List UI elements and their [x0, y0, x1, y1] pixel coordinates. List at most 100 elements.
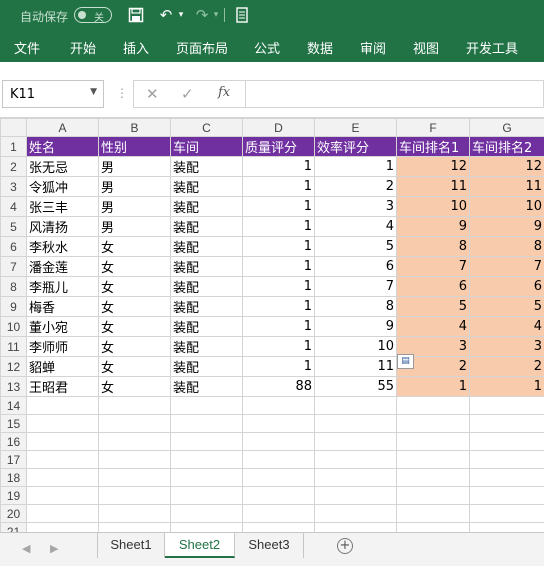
cell[interactable]: 12 — [469, 156, 544, 177]
cell[interactable]: 女 — [98, 296, 171, 317]
scroll-left-icon[interactable]: ◀ — [22, 542, 30, 555]
tab-page-layout[interactable]: 页面布局 — [176, 38, 228, 57]
save-icon[interactable] — [126, 4, 146, 26]
row-header[interactable]: 17 — [0, 450, 27, 469]
row-header[interactable]: 15 — [0, 414, 27, 433]
cell[interactable]: 董小宛 — [26, 316, 99, 337]
row-header[interactable]: 19 — [0, 486, 27, 505]
cell[interactable]: 8 — [396, 236, 470, 257]
cell[interactable]: 装配 — [170, 296, 243, 317]
row-header[interactable]: 6 — [0, 236, 27, 257]
row-header[interactable]: 11 — [0, 336, 27, 357]
cell[interactable]: 男 — [98, 176, 171, 197]
cell[interactable]: 1 — [242, 316, 315, 337]
header-cell-name[interactable]: 姓名 — [26, 136, 99, 157]
row-header[interactable]: 13 — [0, 376, 27, 397]
column-header[interactable]: D — [242, 118, 315, 137]
cell[interactable]: 3 — [314, 196, 397, 217]
cell[interactable] — [26, 450, 99, 469]
cell[interactable]: 梅香 — [26, 296, 99, 317]
tab-file[interactable]: 文件 — [14, 38, 40, 57]
tab-formulas[interactable]: 公式 — [254, 38, 280, 57]
cell[interactable] — [170, 432, 243, 451]
cell[interactable]: 装配 — [170, 156, 243, 177]
cell[interactable] — [314, 504, 397, 523]
sheet-tab-sheet2[interactable]: Sheet2 — [165, 533, 235, 558]
cell[interactable]: 男 — [98, 196, 171, 217]
cell[interactable] — [242, 432, 315, 451]
cell[interactable]: 装配 — [170, 276, 243, 297]
cell[interactable]: 装配 — [170, 356, 243, 377]
formula-input[interactable] — [246, 80, 544, 108]
cell[interactable]: 装配 — [170, 316, 243, 337]
touch-mode-icon[interactable] — [232, 4, 252, 26]
cell[interactable] — [396, 396, 470, 415]
cell[interactable] — [314, 450, 397, 469]
row-header[interactable]: 1 — [0, 136, 27, 157]
select-all-corner[interactable] — [0, 118, 27, 137]
header-cell-gender[interactable]: 性别 — [98, 136, 171, 157]
cancel-icon[interactable]: ✕ — [146, 85, 159, 103]
cell[interactable] — [170, 414, 243, 433]
cell[interactable]: 1 — [242, 196, 315, 217]
cell[interactable]: 1 — [242, 236, 315, 257]
redo-dropdown-icon[interactable]: ▾ — [211, 4, 221, 26]
cell[interactable] — [170, 468, 243, 487]
tab-view[interactable]: 视图 — [413, 38, 439, 57]
column-header[interactable]: C — [170, 118, 243, 137]
cell[interactable]: 10 — [314, 336, 397, 357]
cell[interactable] — [396, 414, 470, 433]
cell[interactable] — [26, 468, 99, 487]
row-header[interactable]: 20 — [0, 504, 27, 523]
cell[interactable]: 男 — [98, 156, 171, 177]
cell[interactable]: 女 — [98, 316, 171, 337]
cell[interactable]: 5 — [469, 296, 544, 317]
cell[interactable]: 装配 — [170, 236, 243, 257]
cell[interactable] — [170, 450, 243, 469]
column-header[interactable]: E — [314, 118, 397, 137]
cell[interactable]: 6 — [314, 256, 397, 277]
cell[interactable]: 7 — [314, 276, 397, 297]
cell[interactable]: 女 — [98, 236, 171, 257]
cell[interactable]: 李师师 — [26, 336, 99, 357]
cell[interactable] — [396, 450, 470, 469]
cell[interactable]: 1 — [242, 256, 315, 277]
cell[interactable]: 6 — [396, 276, 470, 297]
row-header[interactable]: 18 — [0, 468, 27, 487]
name-box[interactable]: K11 ▼ — [2, 80, 104, 108]
row-header[interactable]: 8 — [0, 276, 27, 297]
cell[interactable]: 1 — [314, 156, 397, 177]
cell[interactable] — [170, 486, 243, 505]
tab-insert[interactable]: 插入 — [123, 38, 149, 57]
cell[interactable]: 装配 — [170, 256, 243, 277]
header-cell-rank2[interactable]: 车间排名2 — [469, 136, 544, 157]
sheet-tab-sheet3[interactable]: Sheet3 — [235, 533, 304, 558]
row-header[interactable]: 5 — [0, 216, 27, 237]
cell[interactable]: 张无忌 — [26, 156, 99, 177]
scroll-right-icon[interactable]: ▶ — [50, 542, 58, 555]
undo-icon[interactable]: ↶ — [156, 4, 176, 26]
cell[interactable]: 风清扬 — [26, 216, 99, 237]
cell[interactable] — [26, 432, 99, 451]
cell[interactable]: 男 — [98, 216, 171, 237]
row-header[interactable]: 3 — [0, 176, 27, 197]
cell[interactable]: 3 — [469, 336, 544, 357]
cell[interactable] — [26, 396, 99, 415]
cell[interactable] — [469, 396, 544, 415]
row-header[interactable]: 2 — [0, 156, 27, 177]
cell[interactable] — [98, 414, 171, 433]
cell[interactable]: 女 — [98, 336, 171, 357]
row-header[interactable]: 12 — [0, 356, 27, 377]
cell[interactable] — [98, 468, 171, 487]
cell[interactable]: 装配 — [170, 216, 243, 237]
cell[interactable]: 装配 — [170, 176, 243, 197]
cell[interactable] — [98, 486, 171, 505]
cell[interactable]: 5 — [396, 296, 470, 317]
cell[interactable]: 1 — [242, 156, 315, 177]
column-header[interactable]: A — [26, 118, 99, 137]
chevron-down-icon[interactable]: ▼ — [90, 87, 97, 97]
cell[interactable]: 李秋水 — [26, 236, 99, 257]
cell[interactable] — [170, 504, 243, 523]
cell[interactable] — [314, 468, 397, 487]
cell[interactable] — [26, 414, 99, 433]
